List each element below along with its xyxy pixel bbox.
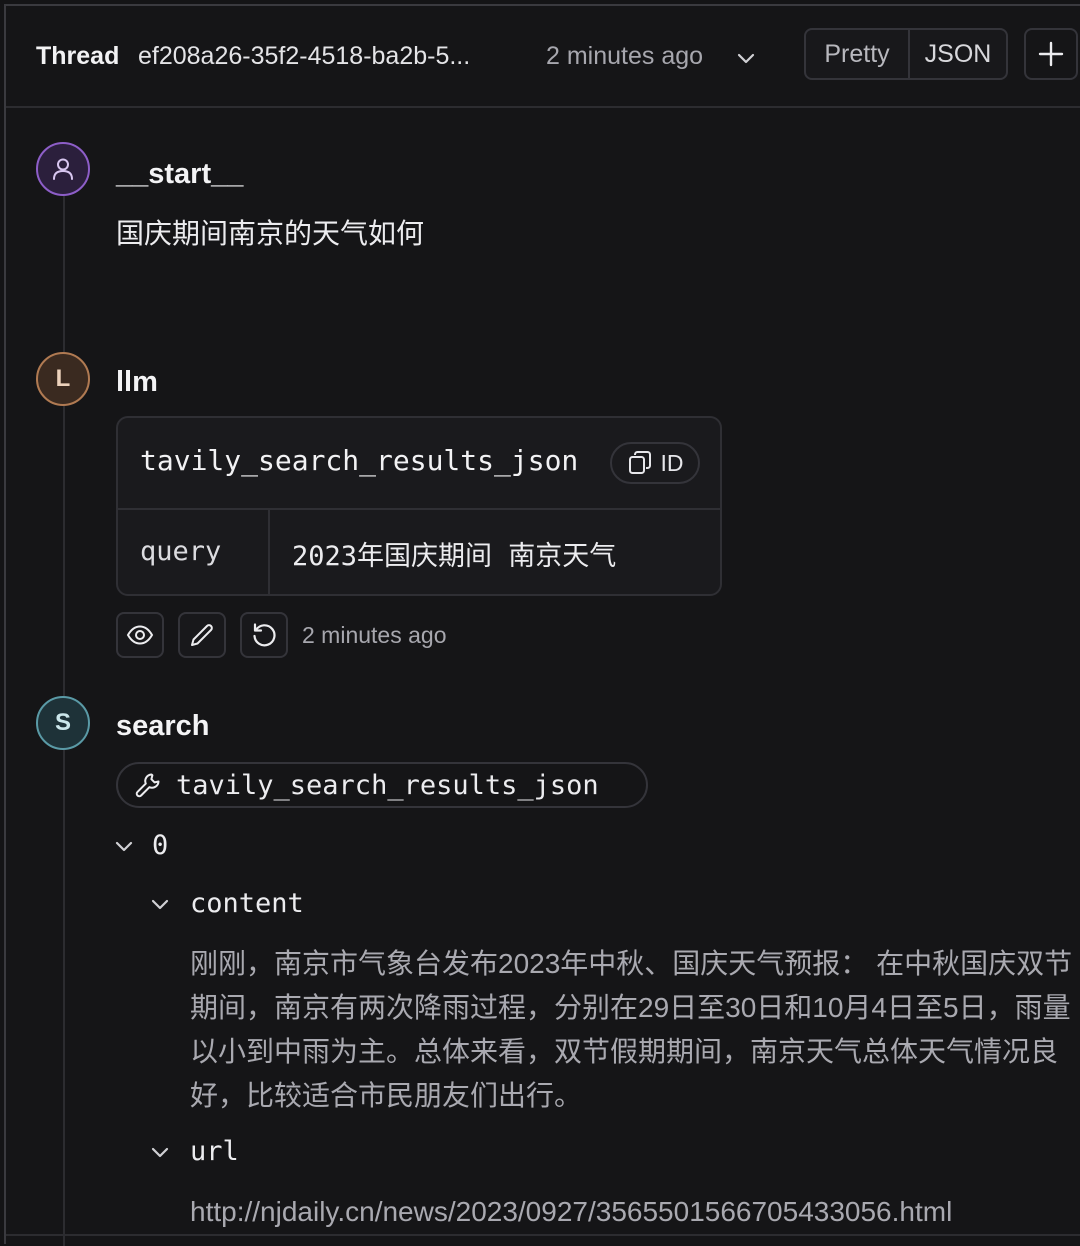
tool-name: tavily_search_results_json: [176, 769, 599, 801]
chevron-down-icon[interactable]: [148, 892, 172, 916]
thread-panel: Thread ef208a26-35f2-4518-ba2b-5... 2 mi…: [4, 4, 1080, 1246]
json-button[interactable]: JSON: [910, 30, 1006, 78]
copy-id-label: ID: [660, 449, 684, 476]
thread-header: Thread ef208a26-35f2-4518-ba2b-5... 2 mi…: [6, 6, 1080, 108]
arg-value: 2023年国庆期间 南京天气: [292, 541, 617, 572]
bottom-divider: [6, 1234, 1080, 1236]
start-avatar: [36, 142, 90, 196]
llm-node-title: llm: [116, 366, 158, 398]
thread-label: Thread: [36, 42, 120, 70]
result-index: 0: [152, 830, 169, 861]
tool-call-name: tavily_search_results_json: [140, 444, 579, 477]
plus-icon: [1038, 41, 1064, 67]
user-icon: [53, 158, 73, 180]
eye-icon: [126, 625, 154, 645]
content-key: content: [190, 888, 304, 919]
tool-name-pill: tavily_search_results_json: [116, 762, 648, 808]
copy-id-button[interactable]: ID: [610, 442, 700, 484]
thread-time: 2 minutes ago: [546, 42, 704, 70]
search-avatar: S: [36, 696, 90, 750]
edit-button[interactable]: [178, 612, 226, 658]
search-node-title: search: [116, 710, 210, 742]
rerun-button[interactable]: [240, 612, 288, 658]
wrench-icon: [135, 773, 160, 798]
llm-avatar: L: [36, 352, 90, 406]
pencil-icon: [191, 624, 213, 646]
llm-time: 2 minutes ago: [302, 622, 447, 648]
add-button[interactable]: [1024, 28, 1078, 80]
tool-call-header: tavily_search_results_json ID: [118, 418, 720, 510]
start-message: 国庆期间南京的天气如何: [116, 218, 425, 249]
pretty-button[interactable]: Pretty: [806, 30, 910, 78]
content-value: 刚刚，南京市气象台发布2023年中秋、国庆天气预报： 在中秋国庆双节期间，南京有…: [190, 948, 1073, 1111]
url-key: url: [190, 1136, 239, 1167]
chevron-down-icon[interactable]: [148, 1140, 172, 1164]
url-value[interactable]: http://njdaily.cn/news/2023/0927/3565501…: [190, 1196, 952, 1228]
view-button[interactable]: [116, 612, 164, 658]
copy-icon: [628, 451, 651, 474]
thread-id[interactable]: ef208a26-35f2-4518-ba2b-5...: [138, 42, 470, 71]
arg-key: query: [140, 536, 222, 567]
start-node-title: __start__: [116, 158, 244, 190]
rotate-icon: [253, 623, 276, 647]
chevron-down-icon[interactable]: [734, 46, 758, 70]
view-mode-toggle: Pretty JSON: [804, 28, 1008, 80]
chevron-down-icon[interactable]: [112, 834, 136, 858]
tool-call-card: tavily_search_results_json ID query 2023…: [116, 416, 722, 596]
arg-divider: [268, 508, 270, 594]
